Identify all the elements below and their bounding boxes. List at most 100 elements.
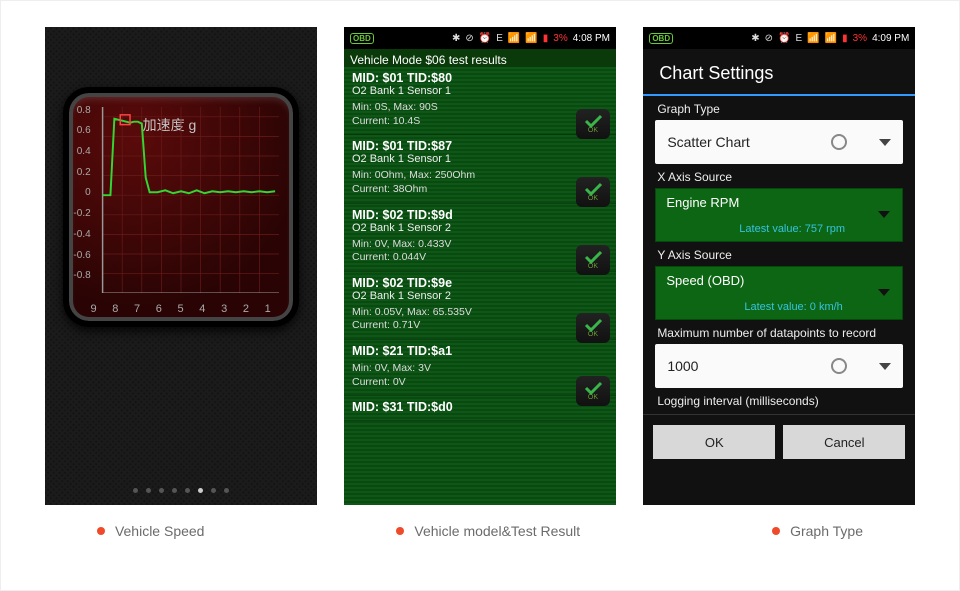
alarm-icon: ⏰ bbox=[778, 33, 790, 44]
battery-icon: ▮ bbox=[543, 33, 549, 44]
ok-badge: OK bbox=[576, 245, 610, 275]
radio-icon bbox=[831, 134, 847, 150]
item-values: Min: 0V, Max: 3VCurrent: 0V bbox=[352, 362, 568, 389]
caption-text: Graph Type bbox=[790, 523, 863, 539]
dnd-icon: ⊘ bbox=[465, 33, 473, 44]
caption: Vehicle Speed bbox=[97, 523, 205, 539]
caption: Graph Type bbox=[772, 523, 863, 539]
signal-icon: 📶 bbox=[807, 33, 819, 44]
dnd-icon: ⊘ bbox=[765, 33, 773, 44]
ok-button[interactable]: OK bbox=[653, 425, 775, 459]
chart-svg bbox=[83, 107, 279, 293]
chart-xlabels: 9 8 7 6 5 4 3 2 1 bbox=[83, 303, 279, 315]
y-axis-label: Y Axis Source bbox=[657, 248, 901, 262]
xtick: 9 bbox=[90, 303, 96, 315]
cancel-button[interactable]: Cancel bbox=[783, 425, 905, 459]
graph-type-value: Scatter Chart bbox=[667, 134, 749, 150]
xtick: 7 bbox=[134, 303, 140, 315]
x-axis-latest: Latest value: 757 rpm bbox=[739, 223, 845, 235]
x-axis-value: Engine RPM bbox=[666, 195, 739, 210]
max-points-value: 1000 bbox=[667, 358, 698, 374]
dialog-title: Chart Settings bbox=[643, 49, 915, 94]
battery-pct: 3% bbox=[853, 33, 867, 44]
bluetooth-icon: ✱ bbox=[452, 33, 460, 44]
network-icon: E bbox=[496, 33, 503, 44]
test-results-list[interactable]: MID: $01 TID:$80O2 Bank 1 Sensor 1Min: 0… bbox=[344, 67, 616, 505]
bullet-icon bbox=[396, 527, 404, 535]
test-result-item[interactable]: MID: $21 TID:$a1 Min: 0V, Max: 3VCurrent:… bbox=[344, 340, 616, 396]
test-result-item[interactable]: MID: $31 TID:$d0 bbox=[344, 396, 616, 421]
status-bar: OBD ✱ ⊘ ⏰ E 📶 📶 ▮ 3% 4:09 PM bbox=[643, 27, 915, 49]
xtick: 8 bbox=[112, 303, 118, 315]
max-points-label: Maximum number of datapoints to record bbox=[657, 326, 901, 340]
bullet-icon bbox=[97, 527, 105, 535]
chevron-down-icon bbox=[878, 289, 890, 296]
phone-chart-settings: OBD ✱ ⊘ ⏰ E 📶 📶 ▮ 3% 4:09 PM Chart Setti… bbox=[643, 27, 915, 505]
xtick: 2 bbox=[243, 303, 249, 315]
obd-icon: OBD bbox=[350, 33, 374, 44]
xtick: 1 bbox=[265, 303, 271, 315]
x-axis-label: X Axis Source bbox=[657, 170, 901, 184]
test-result-item[interactable]: MID: $01 TID:$87O2 Bank 1 Sensor 1 Min: 0… bbox=[344, 135, 616, 203]
clock: 4:08 PM bbox=[573, 33, 610, 44]
signal-icon: 📶 bbox=[525, 33, 537, 44]
captions-row: Vehicle Speed Vehicle model&Test Result … bbox=[1, 523, 959, 539]
phone-vehicle-speed: 加速度 g 0.8 0.6 0.4 0.2 0 -0.2 -0.4 -0.6 -… bbox=[45, 27, 317, 505]
y-axis-select[interactable]: Speed (OBD) Latest value: 0 km/h bbox=[655, 266, 903, 320]
item-values: Min: 0.05V, Max: 65.535VCurrent: 0.71V bbox=[352, 306, 568, 333]
bluetooth-icon: ✱ bbox=[751, 33, 759, 44]
network-icon: E bbox=[796, 33, 803, 44]
chart-panel: 加速度 g 0.8 0.6 0.4 0.2 0 -0.2 -0.4 -0.6 -… bbox=[63, 87, 299, 327]
item-values: Min: 0S, Max: 90SCurrent: 10.4S bbox=[352, 101, 568, 128]
caption-text: Vehicle Speed bbox=[115, 523, 205, 539]
signal-icon: 📶 bbox=[508, 33, 520, 44]
test-result-item[interactable]: MID: $02 TID:$9dO2 Bank 1 Sensor 2 Min: 0… bbox=[344, 204, 616, 272]
ok-badge: OK bbox=[576, 177, 610, 207]
test-result-item[interactable]: MID: $01 TID:$80O2 Bank 1 Sensor 1 Min: 0… bbox=[344, 67, 616, 135]
chart-plot: 加速度 g 0.8 0.6 0.4 0.2 0 -0.2 -0.4 -0.6 -… bbox=[83, 107, 279, 295]
radio-icon bbox=[831, 358, 847, 374]
y-axis-latest: Latest value: 0 km/h bbox=[744, 301, 842, 313]
xtick: 3 bbox=[221, 303, 227, 315]
xtick: 6 bbox=[156, 303, 162, 315]
battery-icon: ▮ bbox=[842, 33, 848, 44]
signal-icon: 📶 bbox=[825, 33, 837, 44]
bullet-icon bbox=[772, 527, 780, 535]
item-mid: MID: $01 TID:$80 bbox=[352, 71, 452, 85]
clock: 4:09 PM bbox=[872, 33, 909, 44]
logging-interval-label: Logging interval (milliseconds) bbox=[657, 394, 901, 408]
caption: Vehicle model&Test Result bbox=[396, 523, 580, 539]
max-points-select[interactable]: 1000 bbox=[655, 344, 903, 388]
item-values: Min: 0V, Max: 0.433VCurrent: 0.044V bbox=[352, 238, 568, 265]
item-sensor: O2 Bank 1 Sensor 1 bbox=[352, 85, 568, 97]
item-mid: MID: $01 TID:$87 bbox=[352, 139, 452, 153]
item-mid: MID: $31 TID:$d0 bbox=[352, 400, 453, 414]
alarm-icon: ⏰ bbox=[479, 33, 491, 44]
phone-test-results: OBD ✱ ⊘ ⏰ E 📶 📶 ▮ 3% 4:08 PM Vehicle Mod… bbox=[344, 27, 616, 505]
title-rule bbox=[643, 94, 915, 96]
status-bar: OBD ✱ ⊘ ⏰ E 📶 📶 ▮ 3% 4:08 PM bbox=[344, 27, 616, 49]
ok-badge: OK bbox=[576, 109, 610, 139]
graph-type-label: Graph Type bbox=[657, 102, 901, 116]
ok-badge: OK bbox=[576, 313, 610, 343]
obd-icon: OBD bbox=[649, 33, 673, 44]
item-mid: MID: $21 TID:$a1 bbox=[352, 344, 452, 358]
dialog-buttons: OK Cancel bbox=[643, 414, 915, 469]
item-sensor: O2 Bank 1 Sensor 2 bbox=[352, 222, 568, 234]
item-sensor: O2 Bank 1 Sensor 1 bbox=[352, 153, 568, 165]
chevron-down-icon bbox=[879, 139, 891, 146]
xtick: 5 bbox=[178, 303, 184, 315]
chevron-down-icon bbox=[878, 211, 890, 218]
item-values: Min: 0Ohm, Max: 250OhmCurrent: 38Ohm bbox=[352, 169, 568, 196]
item-mid: MID: $02 TID:$9e bbox=[352, 276, 452, 290]
item-sensor: O2 Bank 1 Sensor 2 bbox=[352, 290, 568, 302]
y-axis-value: Speed (OBD) bbox=[666, 273, 744, 288]
caption-text: Vehicle model&Test Result bbox=[414, 523, 580, 539]
battery-pct: 3% bbox=[553, 33, 567, 44]
item-mid: MID: $02 TID:$9d bbox=[352, 208, 453, 222]
page-indicator[interactable] bbox=[45, 488, 317, 493]
test-result-item[interactable]: MID: $02 TID:$9eO2 Bank 1 Sensor 2 Min: 0… bbox=[344, 272, 616, 340]
graph-type-select[interactable]: Scatter Chart bbox=[655, 120, 903, 164]
xtick: 4 bbox=[199, 303, 205, 315]
x-axis-select[interactable]: Engine RPM Latest value: 757 rpm bbox=[655, 188, 903, 242]
